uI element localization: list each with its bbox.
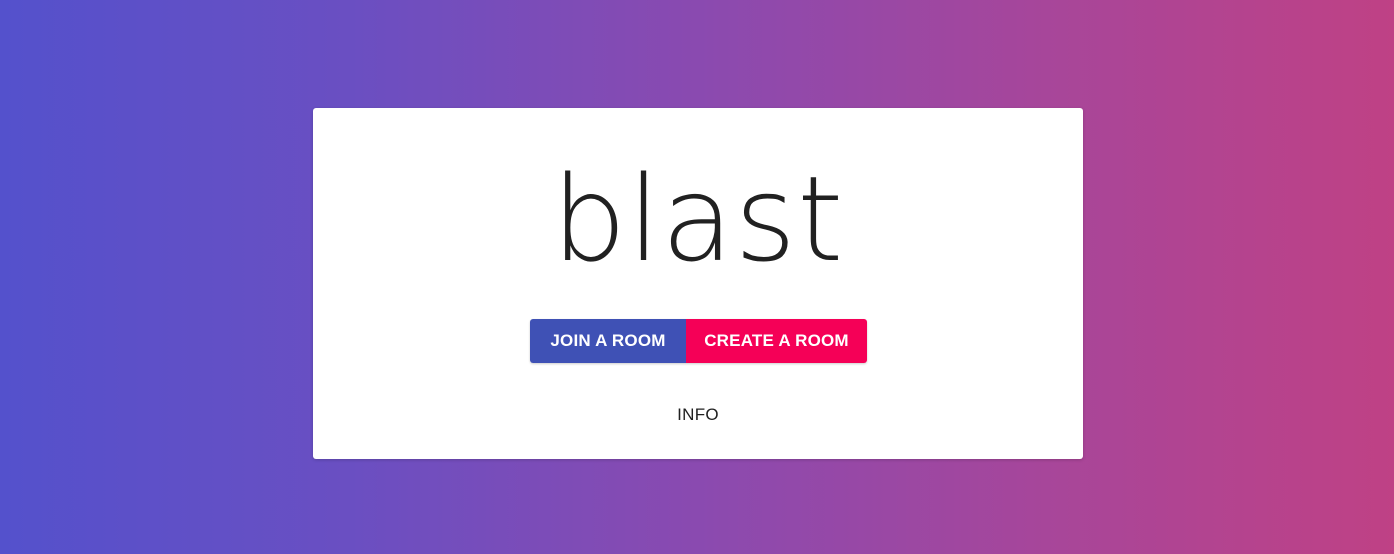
app-title: blast <box>551 150 845 288</box>
create-room-button[interactable]: CREATE A ROOM <box>686 319 867 363</box>
room-button-group: JOIN A ROOM CREATE A ROOM <box>530 319 867 363</box>
main-card: blast JOIN A ROOM CREATE A ROOM INFO <box>313 108 1083 459</box>
page-background: { "app": { "title": "blast" }, "actions"… <box>0 0 1394 554</box>
info-button[interactable]: INFO <box>667 399 729 430</box>
info-row: INFO <box>313 405 1083 425</box>
join-room-button[interactable]: JOIN A ROOM <box>530 319 686 363</box>
